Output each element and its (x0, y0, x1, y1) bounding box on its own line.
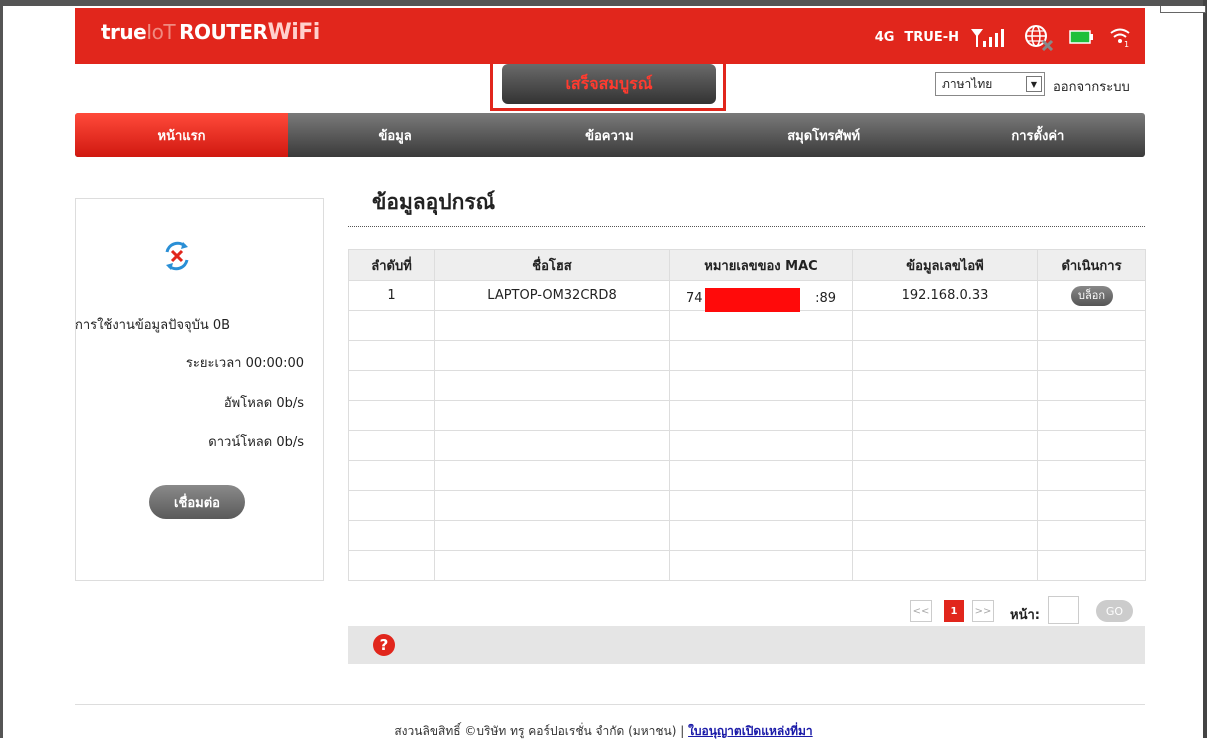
window-corner (1160, 6, 1206, 13)
row-index: 1 (348, 280, 435, 311)
logout-link[interactable]: ออกจากระบบ (1053, 76, 1130, 97)
table-row-empty (348, 340, 1146, 371)
pager-current-page[interactable]: 1 (944, 600, 964, 622)
logo-router: ROUTER (179, 20, 268, 44)
table-header-row: ลำดับที่ ชื่อโฮส หมายเลขของ MAC ข้อมูลเล… (348, 249, 1146, 281)
connect-button[interactable]: เชื่อมต่อ (149, 485, 245, 519)
row-ip: 192.168.0.33 (852, 280, 1038, 311)
redaction-box (705, 288, 800, 312)
page-label: หน้า: (1010, 608, 1040, 623)
upload-rate: อัพโหลด 0b/s (223, 396, 304, 411)
row-host: LAPTOP-OM32CRD8 (434, 280, 670, 311)
open-source-license-link[interactable]: ใบอนุญาตเปิดแหล่งที่มา (688, 724, 813, 738)
nav-item-home[interactable]: หน้าแรก (75, 113, 288, 157)
nav-item-phonebook[interactable]: สมุดโทรศัพท์ (717, 113, 931, 157)
go-button[interactable]: GO (1096, 600, 1133, 622)
table-row-empty (348, 490, 1146, 521)
mac-prefix: 74 (686, 291, 703, 306)
signal-icon (969, 26, 1009, 48)
language-select-value: ภาษาไทย (942, 76, 993, 91)
row-action: บล็อก (1037, 280, 1146, 311)
window-frame-right (1203, 0, 1207, 738)
window-frame-top (0, 0, 1207, 6)
table-row: 1 LAPTOP-OM32CRD8 74 :89 192.168.0.33 บล… (348, 280, 1146, 312)
table-row-empty (348, 400, 1146, 431)
wifi-clients-icon: 1 (1109, 26, 1131, 48)
pager-prev-button[interactable]: << (910, 600, 932, 622)
nav-item-settings[interactable]: การตั้งค่า (931, 113, 1145, 157)
logo-wifi: WiFi (267, 20, 320, 45)
duration: ระยะเวลา 00:00:00 (185, 356, 304, 371)
page-number-input[interactable] (1048, 596, 1079, 624)
download-rate: ดาวน์โหลด 0b/s (208, 435, 304, 450)
svg-text:1: 1 (1124, 40, 1129, 48)
network-type: 4G (874, 29, 895, 45)
status-area: 4G TRUE-H 1 (875, 22, 1145, 52)
battery-icon (1069, 29, 1095, 45)
chevron-down-icon: ▼ (1026, 76, 1042, 92)
main-nav: หน้าแรก ข้อมูล ข้อความ สมุดโทรศัพท์ การต… (75, 113, 1145, 157)
device-table: ลำดับที่ ชื่อโฮส หมายเลขของ MAC ข้อมูลเล… (348, 249, 1146, 581)
column-header-index: ลำดับที่ (348, 249, 435, 281)
column-header-host: ชื่อโฮส (434, 249, 670, 281)
window-frame-left (0, 0, 3, 738)
title-divider (348, 226, 1145, 227)
table-row-empty (348, 520, 1146, 551)
table-row-empty (348, 550, 1146, 581)
status-done-button[interactable]: เสร็จสมบูรณ์ (502, 64, 716, 104)
row-mac: 74 :89 (669, 280, 853, 312)
help-bar: ? (348, 626, 1145, 664)
help-icon[interactable]: ? (373, 634, 395, 656)
footer: สงวนลิขสิทธิ์ ©บริษัท ทรู คอร์ปอเรชั่น จ… (0, 722, 1207, 741)
table-row-empty (348, 460, 1146, 491)
footer-divider (75, 704, 1145, 705)
copyright-text: สงวนลิขสิทธิ์ ©บริษัท ทรู คอร์ปอเรชั่น จ… (394, 724, 689, 738)
table-row-empty (348, 430, 1146, 461)
globe-disconnected-icon (1023, 23, 1055, 51)
table-row-empty (348, 310, 1146, 341)
mac-suffix: :89 (815, 291, 836, 306)
language-select[interactable]: ภาษาไทย ▼ (935, 72, 1045, 96)
column-header-ip: ข้อมูลเลขไอพี (852, 249, 1038, 281)
pager-next-button[interactable]: >> (972, 600, 994, 622)
sync-disconnected-icon (163, 240, 191, 276)
data-usage: การใช้งานข้อมูลปัจจุบัน 0B (75, 318, 231, 333)
column-header-action: ดำเนินการ (1037, 249, 1146, 281)
column-header-mac: หมายเลขของ MAC (669, 249, 853, 281)
logo-iot: IoT (146, 20, 176, 44)
block-button[interactable]: บล็อก (1070, 285, 1113, 306)
carrier-name: TRUE-H (904, 29, 959, 45)
page-title: ข้อมูลอุปกรณ์ (372, 190, 496, 214)
brand-logo: trueIoT ROUTERWiFi (101, 20, 320, 45)
logo-true: true (101, 20, 147, 44)
table-row-empty (348, 370, 1146, 401)
nav-item-info[interactable]: ข้อมูล (288, 113, 502, 157)
nav-item-messages[interactable]: ข้อความ (502, 113, 716, 157)
connection-panel (75, 198, 324, 581)
